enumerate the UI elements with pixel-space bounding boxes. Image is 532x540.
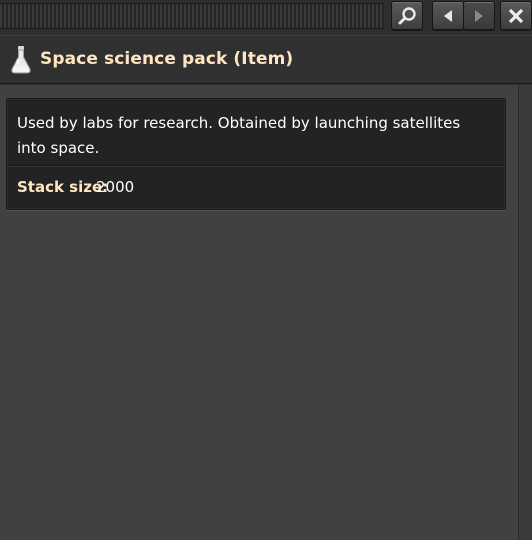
window-titlebar <box>0 0 532 33</box>
stack-size-value: 2000 <box>96 178 135 196</box>
close-button[interactable] <box>500 1 532 30</box>
magnifier-icon <box>398 6 416 24</box>
description-row: Used by labs for research. Obtained by l… <box>7 99 505 166</box>
drag-handle[interactable] <box>0 3 384 29</box>
triangle-right-icon <box>475 9 483 22</box>
search-button[interactable] <box>391 1 423 30</box>
space-science-pack-flask-icon <box>11 46 31 74</box>
stack-size-label: Stack size: <box>17 178 109 196</box>
forward-button[interactable] <box>463 1 495 30</box>
item-header: Space science pack (Item) <box>0 35 532 83</box>
x-close-icon <box>508 8 524 23</box>
back-button[interactable] <box>432 1 464 30</box>
triangle-left-icon <box>444 9 452 22</box>
stack-size-row: Stack size: 2000 <box>7 168 505 209</box>
page-title: Space science pack (Item) <box>40 49 294 69</box>
item-description: Used by labs for research. Obtained by l… <box>17 114 461 157</box>
item-info-box: Used by labs for research. Obtained by l… <box>6 98 506 210</box>
scrollbar-track[interactable] <box>518 85 532 540</box>
